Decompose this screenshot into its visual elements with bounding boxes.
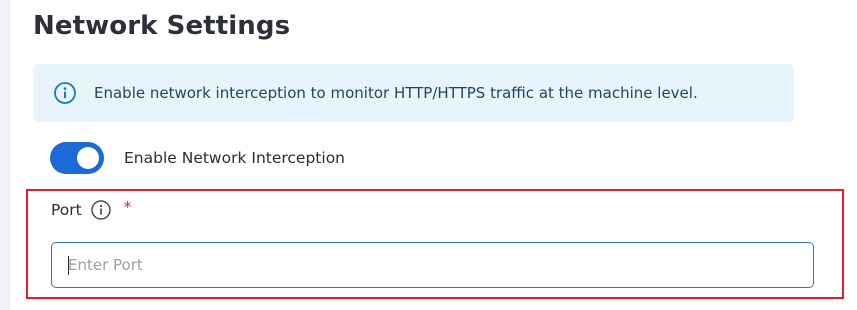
port-info-icon[interactable]	[90, 199, 112, 221]
network-settings-page: Network Settings Enable network intercep…	[0, 0, 857, 310]
info-banner: Enable network interception to monitor H…	[33, 64, 794, 122]
toggle-knob	[77, 147, 99, 169]
network-interception-label: Enable Network Interception	[124, 149, 345, 167]
page-title: Network Settings	[33, 11, 291, 41]
info-icon	[53, 81, 77, 105]
info-banner-text: Enable network interception to monitor H…	[94, 84, 698, 102]
port-label-row: Port *	[51, 198, 131, 222]
network-interception-toggle[interactable]	[50, 142, 104, 174]
port-input[interactable]	[51, 242, 814, 288]
left-panel-edge	[0, 0, 10, 310]
port-label: Port	[51, 201, 82, 219]
required-marker: *	[123, 198, 132, 216]
text-caret	[68, 256, 69, 275]
network-interception-toggle-row: Enable Network Interception	[50, 141, 345, 175]
